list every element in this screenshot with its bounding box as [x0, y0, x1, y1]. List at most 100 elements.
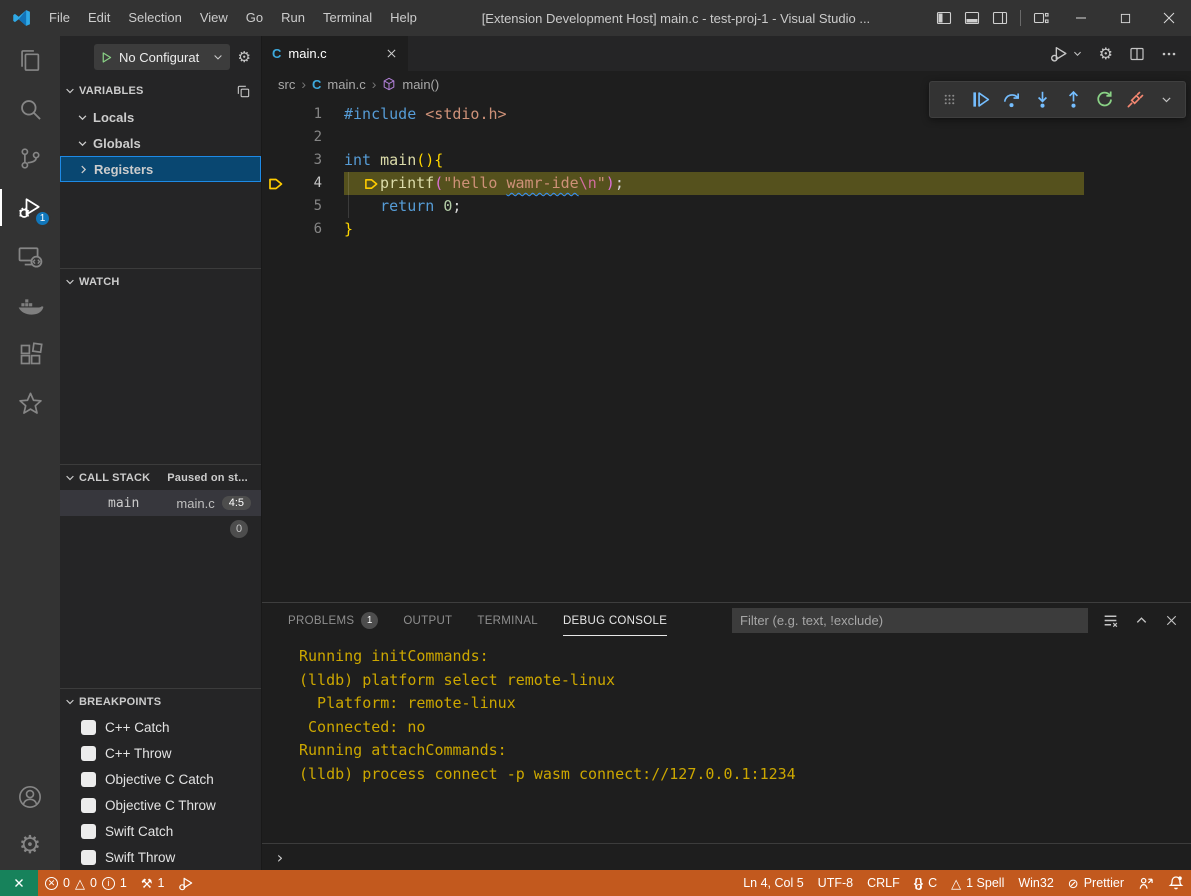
debug-step-into-icon[interactable]	[1031, 86, 1053, 114]
problems-status-item[interactable]: ✕ 0 △ 0 i 1	[38, 870, 134, 896]
variables-item-globals[interactable]: Globals	[60, 130, 261, 156]
variables-section-header[interactable]: VARIABLES	[60, 78, 261, 104]
notifications-item[interactable]	[1161, 870, 1191, 896]
remote-indicator[interactable]	[0, 870, 38, 896]
activity-run-and-debug-icon[interactable]: 1	[0, 183, 60, 232]
activity-account-icon[interactable]	[0, 772, 60, 821]
debug-disconnect-icon[interactable]	[1124, 86, 1146, 114]
maximize-panel-chevron-icon[interactable]	[1134, 613, 1149, 628]
spell-checker-item[interactable]: △ 1 Spell	[944, 870, 1011, 896]
configure-launch-gear-icon[interactable]: ⚙	[238, 48, 251, 66]
feedback-item[interactable]	[1131, 870, 1161, 896]
language-mode-item[interactable]: {} C	[907, 870, 944, 896]
start-debug-icon[interactable]	[100, 51, 113, 64]
variables-item-locals[interactable]: Locals	[60, 104, 261, 130]
activity-source-control-icon[interactable]	[0, 134, 60, 183]
glyph-margin[interactable]	[262, 103, 290, 126]
checkbox[interactable]	[81, 824, 96, 839]
split-editor-icon[interactable]	[1129, 46, 1145, 62]
close-window-button[interactable]	[1147, 0, 1191, 36]
debug-console-input[interactable]: ›	[262, 843, 1191, 870]
toggle-sidebar-icon[interactable]	[936, 10, 952, 26]
settings-gear-icon[interactable]: ⚙	[1099, 44, 1113, 64]
formatter-item[interactable]: ⊘ Prettier	[1061, 870, 1131, 896]
current-line-arrow-icon[interactable]	[262, 172, 290, 195]
code-line-4-current[interactable]: 4 printf("hello wamr-ide\n");	[262, 172, 1191, 195]
glyph-margin[interactable]	[262, 218, 290, 241]
breakpoints-section-header[interactable]: BREAKPOINTS	[60, 688, 261, 714]
breadcrumb-file[interactable]: main.c	[327, 77, 365, 92]
activity-search-icon[interactable]	[0, 85, 60, 134]
line-number[interactable]: 5	[290, 195, 322, 218]
breakpoint-row-cpp-throw[interactable]: C++ Throw	[60, 740, 261, 766]
encoding-item[interactable]: UTF-8	[811, 870, 860, 896]
debug-continue-icon[interactable]	[969, 86, 991, 114]
menu-edit[interactable]: Edit	[79, 0, 119, 36]
tab-terminal[interactable]: TERMINAL	[477, 603, 538, 637]
breakpoint-row-cpp-catch[interactable]: C++ Catch	[60, 714, 261, 740]
activity-remote-explorer-icon[interactable]	[0, 232, 60, 281]
debug-step-over-icon[interactable]	[1000, 86, 1022, 114]
breakpoint-row-objc-throw[interactable]: Objective C Throw	[60, 792, 261, 818]
cursor-position-item[interactable]: Ln 4, Col 5	[736, 870, 810, 896]
glyph-margin[interactable]	[262, 195, 290, 218]
toggle-secondary-sidebar-icon[interactable]	[992, 10, 1008, 26]
tab-problems[interactable]: PROBLEMS 1	[288, 603, 378, 637]
maximize-button[interactable]	[1103, 0, 1147, 36]
line-number[interactable]: 1	[290, 103, 322, 126]
more-actions-icon[interactable]	[1161, 46, 1177, 62]
line-number[interactable]: 3	[290, 149, 322, 172]
debug-status-icon[interactable]	[171, 870, 201, 896]
toggle-panel-icon[interactable]	[964, 10, 980, 26]
checkbox[interactable]	[81, 746, 96, 761]
run-or-debug-button[interactable]	[1050, 45, 1083, 62]
code-line-3[interactable]: 3 int main(){	[262, 149, 1191, 172]
breakpoint-row-swift-catch[interactable]: Swift Catch	[60, 818, 261, 844]
activity-extensions-icon[interactable]	[0, 330, 60, 379]
menu-view[interactable]: View	[191, 0, 237, 36]
activity-docker-icon[interactable]	[0, 281, 60, 330]
console-filter-input[interactable]	[732, 608, 1088, 633]
tab-output[interactable]: OUTPUT	[403, 603, 452, 637]
watch-section-header[interactable]: WATCH	[60, 268, 261, 294]
toolbar-drag-grip[interactable]	[938, 86, 960, 114]
checkbox[interactable]	[81, 772, 96, 787]
menu-run[interactable]: Run	[272, 0, 314, 36]
close-panel-icon[interactable]	[1164, 613, 1179, 628]
collapse-all-icon[interactable]	[236, 84, 251, 99]
checkbox[interactable]	[81, 720, 96, 735]
call-stack-section-header[interactable]: CALL STACK Paused on st...	[60, 464, 261, 490]
breakpoint-row-objc-catch[interactable]: Objective C Catch	[60, 766, 261, 792]
activity-favorites-star-icon[interactable]	[0, 379, 60, 428]
tab-main-c[interactable]: C main.c	[262, 36, 408, 71]
variables-item-registers[interactable]: Registers	[60, 156, 261, 182]
customize-layout-icon[interactable]	[1033, 10, 1049, 26]
line-number[interactable]: 2	[290, 126, 322, 149]
glyph-margin[interactable]	[262, 149, 290, 172]
code-line-2[interactable]: 2	[262, 126, 1191, 149]
debug-step-out-icon[interactable]	[1062, 86, 1084, 114]
menu-go[interactable]: Go	[237, 0, 272, 36]
platform-item[interactable]: Win32	[1011, 870, 1060, 896]
code-editor[interactable]: 1 #include <stdio.h> 2 3 int main(){	[262, 97, 1191, 602]
eol-item[interactable]: CRLF	[860, 870, 907, 896]
menu-file[interactable]: File	[40, 0, 79, 36]
toolchain-status-item[interactable]: ⚒ 1	[134, 870, 172, 896]
code-line-5[interactable]: 5 return 0;	[262, 195, 1191, 218]
line-number[interactable]: 6	[290, 218, 322, 241]
menu-selection[interactable]: Selection	[119, 0, 190, 36]
launch-config-dropdown[interactable]: No Configurat	[94, 44, 230, 70]
activity-settings-gear-icon[interactable]: ⚙	[0, 821, 60, 870]
line-number[interactable]: 4	[290, 172, 322, 195]
breadcrumb-folder[interactable]: src	[278, 77, 295, 92]
close-tab-icon[interactable]	[385, 47, 398, 60]
minimize-button[interactable]	[1059, 0, 1103, 36]
glyph-margin[interactable]	[262, 126, 290, 149]
breakpoint-row-swift-throw[interactable]: Swift Throw	[60, 844, 261, 870]
checkbox[interactable]	[81, 798, 96, 813]
tab-debug-console[interactable]: DEBUG CONSOLE	[563, 603, 667, 637]
checkbox[interactable]	[81, 850, 96, 865]
code-line-6[interactable]: 6 }	[262, 218, 1191, 241]
debug-restart-icon[interactable]	[1093, 86, 1115, 114]
stack-frame-row[interactable]: main main.c 4:5	[60, 490, 261, 516]
